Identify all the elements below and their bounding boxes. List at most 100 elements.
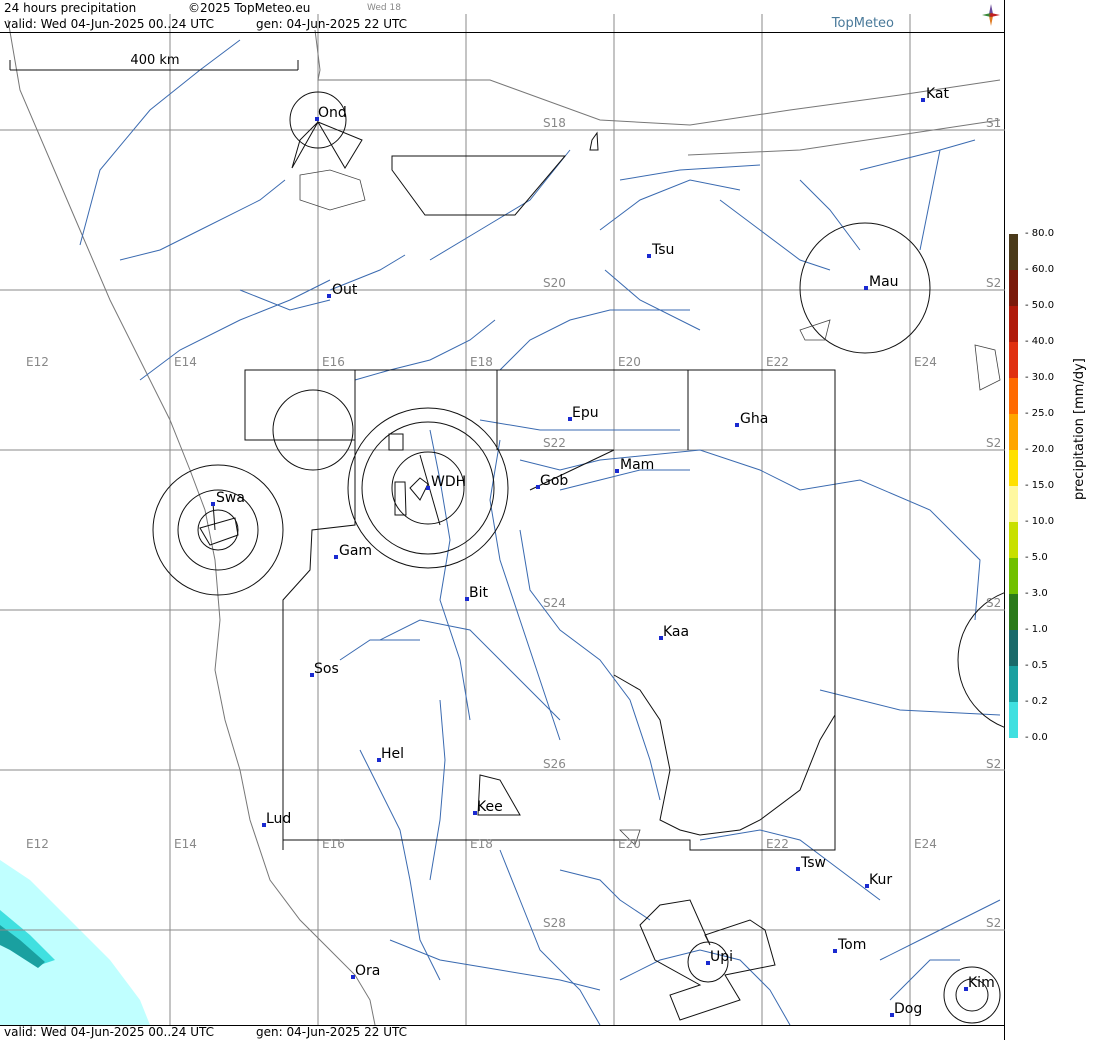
legend-level-label: - 15.0 [1025,480,1055,491]
airspace-shapes [244,131,836,851]
legend-level-label: - 40.0 [1025,336,1055,347]
brand-logo: TopMeteo [831,16,894,31]
lat-label: S22 [543,436,566,450]
lat-label: S18 [543,116,566,130]
city-label: Gam [339,543,372,559]
copyright: ©2025 TopMeteo.eu [188,1,311,15]
city-label: Kee [477,799,503,815]
lat-label: S2 [986,916,1001,930]
lakes [299,169,1001,846]
lon-label: E20 [618,837,641,851]
lon-labels-top: E12 E14 E16 E18 E20 E22 E24 [26,355,937,369]
lon-label: E22 [766,355,789,369]
legend-level-label: - 0.2 [1025,696,1048,707]
legend-level-label: - 25.0 [1025,408,1055,419]
lon-label: E16 [322,837,345,851]
city-markers: Ond Kat Tsu Out Mau Epu Gha Mam WDH Gob … [211,86,995,1017]
precip-legend: - 80.0 - 60.0 - 50.0 - 40.0 - 30.0 - 25.0 - 20… [1005,0,1097,1040]
legend-level-label: - 1.0 [1025,624,1048,635]
legend-swatch [1009,558,1018,594]
legend-swatch [1009,594,1018,630]
lat-label: S28 [543,916,566,930]
city-label: Lud [266,811,291,827]
lon-label: E20 [618,355,641,369]
lon-label: E14 [174,355,197,369]
legend-level-label: - 0.5 [1025,660,1048,671]
city-label: Gha [740,411,768,427]
lon-label: E18 [470,837,493,851]
legend-level-label: - 30.0 [1025,372,1055,383]
legend-level-label: - 60.0 [1025,264,1055,275]
lon-labels-bottom: E12 E14 E16 E18 E20 E22 E24 [26,837,937,851]
lat-label: S2 [986,596,1001,610]
day-tag: Wed 18 [367,3,401,13]
lon-label: E18 [470,355,493,369]
city-label: Epu [572,405,599,421]
compass-icon [982,4,1000,26]
city-label: Gob [540,473,568,489]
legend-level-label: - 50.0 [1025,300,1055,311]
legend-level-label: - 0.0 [1025,732,1048,743]
lat-label: S2 [986,436,1001,450]
legend-level-label: - 5.0 [1025,552,1048,563]
legend-swatch [1009,630,1018,666]
city-label: Kur [869,872,892,888]
header-divider [0,32,1005,33]
country-borders [7,19,1001,1026]
legend-swatch [1009,378,1018,414]
legend-swatch [1009,306,1018,342]
precip-area [0,860,150,1025]
legend-swatch [1009,522,1018,558]
city-label: Tsw [800,855,826,871]
lon-label: E12 [26,355,49,369]
pan-outline [613,674,836,836]
legend-level-label: - 10.0 [1025,516,1055,527]
precipitation-map: 400 km E12 E14 E16 E18 E20 E22 E24 E12 E… [0,0,1005,1040]
city-label: Tsu [651,242,674,258]
city-label: Bit [469,585,488,601]
lat-label: S26 [543,757,566,771]
city-label: Out [332,282,358,298]
legend-swatch [1009,666,1018,702]
city-label: Kaa [663,624,689,640]
lon-label: E24 [914,837,937,851]
city-label: Ora [355,963,380,979]
city-label: Mau [869,274,899,290]
lat-label: S2 [986,757,1001,771]
legend-level-label: - 80.0 [1025,228,1055,239]
city-label: Swa [216,490,245,506]
rivers [79,39,1001,1026]
footer-valid-time: valid: Wed 04-Jun-2025 00..24 UTC [4,1025,215,1039]
legend-title: precipitation [mm/dy] [1072,358,1087,500]
legend-swatch [1009,270,1018,306]
city-label: Mam [620,457,654,473]
lat-label: S2 [986,276,1001,290]
lon-label: E22 [766,837,789,851]
city-label: Upi [710,949,733,965]
footer-generated-time: gen: 04-Jun-2025 22 UTC [256,1025,408,1039]
city-label: Kat [926,86,950,102]
city-label: Hel [381,746,404,762]
city-label: Sos [314,661,339,677]
map-canvas: 400 km E12 E14 E16 E18 E20 E22 E24 E12 E… [0,14,1005,1026]
lat-label: S1 [986,116,1001,130]
legend-level-label: - 3.0 [1025,588,1048,599]
lat-labels: S18 S20 S22 S24 S26 S28 S1 S2 S2 S2 S2 S… [543,116,1001,930]
scale-bar-label: 400 km [130,53,179,68]
legend-swatch [1009,342,1018,378]
lat-lon-grid [0,14,1005,1025]
valid-time: valid: Wed 04-Jun-2025 00..24 UTC [4,17,215,31]
legend-swatch [1009,450,1018,486]
legend-swatch [1009,234,1018,270]
city-label: Tom [837,937,866,953]
city-label: Dog [894,1001,922,1017]
city-label: Kim [968,975,995,991]
lat-label: S24 [543,596,566,610]
lat-label: S20 [543,276,566,290]
lon-label: E16 [322,355,345,369]
legend-swatch [1009,702,1018,738]
product-title: 24 hours precipitation [4,1,137,15]
city-label: Ond [318,105,347,121]
generated-time: gen: 04-Jun-2025 22 UTC [256,17,408,31]
lon-label: E14 [174,837,197,851]
